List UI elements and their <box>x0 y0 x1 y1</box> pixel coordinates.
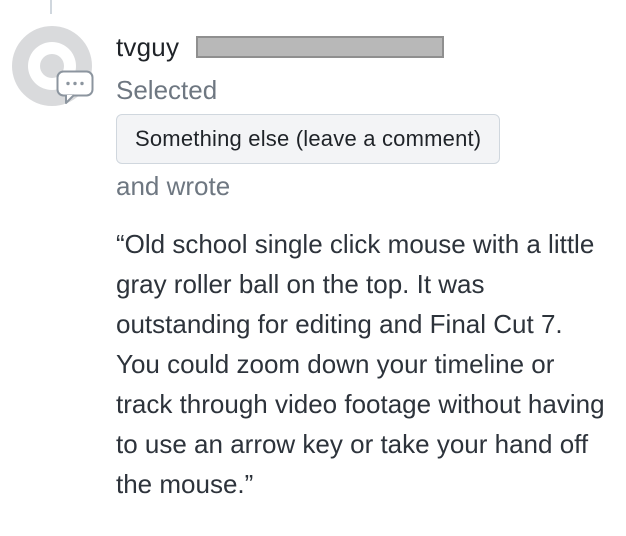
survey-response: tvguy Selected Something else (leave a c… <box>116 28 610 504</box>
comment-bubble-icon <box>56 70 94 106</box>
comment-text: “Old school single click mouse with a li… <box>116 229 605 499</box>
wrote-label: and wrote <box>116 171 231 201</box>
author-username[interactable]: tvguy <box>116 32 179 62</box>
author-row: tvguy <box>116 28 610 66</box>
thread-line <box>50 0 52 14</box>
selected-label: Selected <box>116 75 218 105</box>
redaction-bar <box>196 36 444 58</box>
selected-choice-badge: Something else (leave a comment) <box>116 114 501 164</box>
